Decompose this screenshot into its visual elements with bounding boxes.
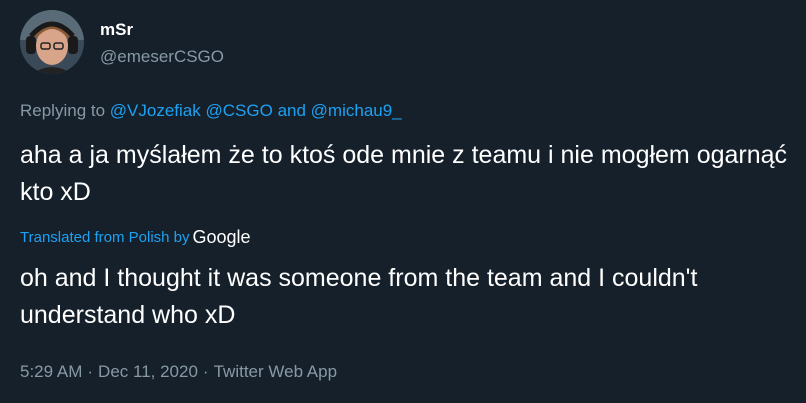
tweet-card: mSr @emeserCSGO Replying to @VJozefiak @… bbox=[0, 0, 806, 403]
tweet-translation: oh and I thought it was someone from the… bbox=[20, 264, 698, 329]
mention-link-vjozefiak[interactable]: @VJozefiak bbox=[110, 101, 201, 120]
author-display-name[interactable]: mSr bbox=[100, 19, 133, 41]
replying-to-line: Replying to @VJozefiak @CSGO and @michau… bbox=[20, 100, 402, 122]
avatar[interactable] bbox=[20, 10, 84, 74]
translated-from-label[interactable]: Translated from Polish by Google bbox=[20, 226, 251, 249]
meta-separator: · bbox=[87, 362, 94, 381]
meta-separator: · bbox=[202, 362, 209, 381]
google-logo: Google bbox=[192, 227, 251, 247]
mention-link-csgo[interactable]: @CSGO bbox=[206, 101, 273, 120]
tweet-date[interactable]: Dec 11, 2020 bbox=[98, 362, 198, 381]
tweet-meta: 5:29 AM · Dec 11, 2020 · Twitter Web App bbox=[20, 361, 337, 383]
tweet-time[interactable]: 5:29 AM bbox=[20, 362, 82, 381]
translated-from-text: Translated from Polish by bbox=[20, 229, 190, 246]
tweet-text: aha a ja myślałem że to ktoś ode mnie z … bbox=[20, 141, 788, 206]
author-handle[interactable]: @emeserCSGO bbox=[100, 46, 224, 68]
avatar-image bbox=[20, 10, 84, 74]
replying-to-and[interactable]: and bbox=[278, 101, 306, 120]
tweet-source[interactable]: Twitter Web App bbox=[214, 362, 337, 381]
mention-link-michau9[interactable]: @michau9_ bbox=[311, 101, 402, 120]
replying-to-label: Replying to bbox=[20, 101, 106, 120]
